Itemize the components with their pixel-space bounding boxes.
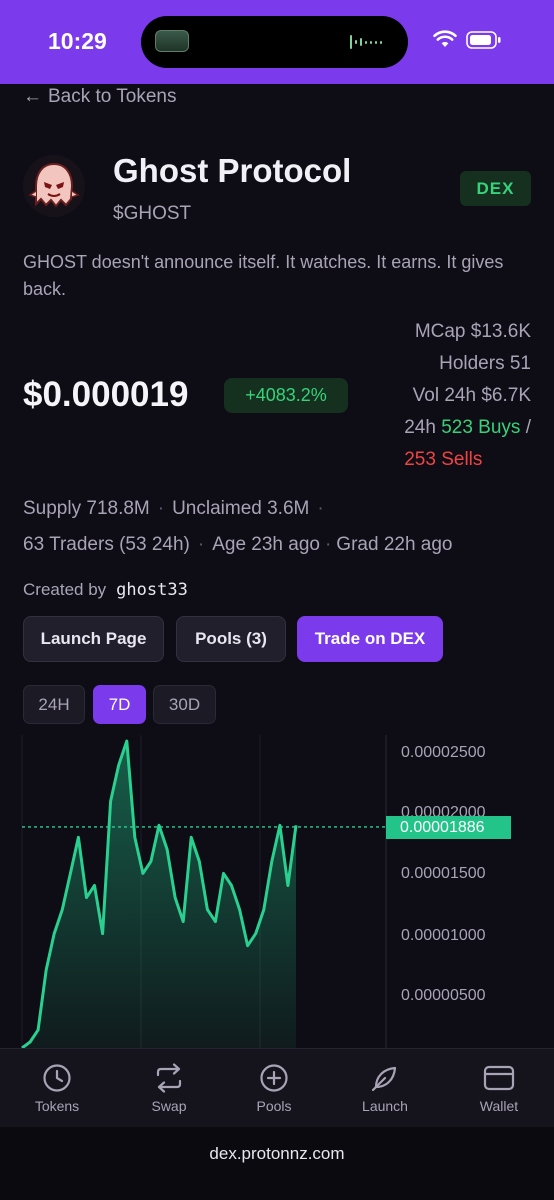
ghost-icon xyxy=(23,155,85,217)
audio-wave-icon xyxy=(350,34,382,50)
traders-row: 63 Traders (53 24h) · Age 23h ago · Grad 22h… xyxy=(23,534,453,555)
pools-button[interactable]: Pools (3) xyxy=(176,616,286,662)
range-24h-button[interactable]: 24H xyxy=(23,685,85,724)
y-tick-label: 0.00001000 xyxy=(401,927,486,944)
creator-name[interactable]: ghost33 xyxy=(116,580,188,600)
tab-wallet[interactable]: Wallet xyxy=(444,1049,554,1128)
tab-label: Pools xyxy=(256,1098,292,1114)
price-change-badge: +4083.2% xyxy=(224,378,348,413)
range-30d-button[interactable]: 30D xyxy=(153,685,216,724)
tab-launch[interactable]: Launch xyxy=(330,1049,440,1128)
wifi-icon xyxy=(433,30,457,47)
tab-tokens[interactable]: Tokens xyxy=(2,1049,112,1128)
holders-stat: Holders 51 xyxy=(439,353,531,374)
volume-24h-stat: Vol 24h $6.7K xyxy=(412,385,531,406)
trade-on-dex-button[interactable]: Trade on DEX xyxy=(297,616,443,662)
token-description: GHOST doesn't announce itself. It watche… xyxy=(23,252,504,299)
tab-label: Launch xyxy=(362,1098,408,1114)
range-7d-button[interactable]: 7D xyxy=(93,685,146,724)
launch-page-button[interactable]: Launch Page xyxy=(23,616,164,662)
wallet-icon xyxy=(483,1065,515,1091)
y-tick-label: 0.00002500 xyxy=(401,744,486,761)
swap-icon xyxy=(156,1063,182,1093)
y-tick-label: 0.00001500 xyxy=(401,865,486,882)
created-by-label: Created by xyxy=(23,580,107,599)
current-price-tag: 0.00001886 xyxy=(386,816,511,839)
token-name: Ghost Protocol xyxy=(113,152,352,189)
music-app-icon xyxy=(155,30,189,52)
unclaimed-stat: Unclaimed 3.6M xyxy=(172,498,310,519)
bottom-tab-bar: Tokens Swap Pools Launch Wallet xyxy=(0,1048,554,1127)
buys-stat: 24h 523 Buys / xyxy=(404,417,531,438)
browser-url-bar[interactable]: dex.protonnz.com xyxy=(0,1127,554,1200)
tab-label: Tokens xyxy=(34,1098,80,1114)
tab-label: Wallet xyxy=(479,1098,519,1114)
supply-stat: Supply 718.8M xyxy=(23,498,150,519)
tab-label: Swap xyxy=(151,1098,187,1114)
age-stat: Age 23h ago xyxy=(212,534,320,555)
battery-icon xyxy=(466,31,501,49)
created-by: Created by ghost33 xyxy=(23,580,188,600)
arrow-left-icon: ← xyxy=(23,86,42,107)
status-time: 10:29 xyxy=(48,28,107,54)
dex-badge: DEX xyxy=(460,171,531,206)
token-stats: MCap $13.6K Holders 51 Vol 24h $6.7K 24h… xyxy=(404,316,531,476)
clock-icon xyxy=(43,1064,71,1092)
market-cap-stat: MCap $13.6K xyxy=(414,321,531,342)
dynamic-island xyxy=(141,16,408,68)
sells-count: 253 Sells xyxy=(404,449,483,470)
tab-pools[interactable]: Pools xyxy=(219,1049,329,1128)
grad-stat: Grad 22h ago xyxy=(336,534,453,555)
supply-row: Supply 718.8M · Unclaimed 3.6M · xyxy=(23,498,324,519)
buys-count: 523 Buys xyxy=(441,417,521,438)
status-bar: 10:29 xyxy=(0,0,554,84)
token-avatar xyxy=(23,155,85,217)
tab-swap[interactable]: Swap xyxy=(114,1049,224,1128)
traders-stat: 63 Traders (53 24h) xyxy=(23,534,190,555)
back-link-label: Back to Tokens xyxy=(48,86,177,107)
rocket-icon xyxy=(371,1066,397,1092)
token-symbol: $GHOST xyxy=(113,203,192,224)
price-area xyxy=(22,741,296,1048)
y-tick-label: 0.00000500 xyxy=(401,987,486,1004)
token-price: $0.000019 xyxy=(23,375,189,414)
plus-circle-icon xyxy=(260,1064,288,1092)
sells-stat: 253 Sells xyxy=(404,444,531,476)
back-to-tokens-link[interactable]: ← Back to Tokens xyxy=(23,84,177,110)
url-text: dex.protonnz.com xyxy=(209,1144,345,1163)
